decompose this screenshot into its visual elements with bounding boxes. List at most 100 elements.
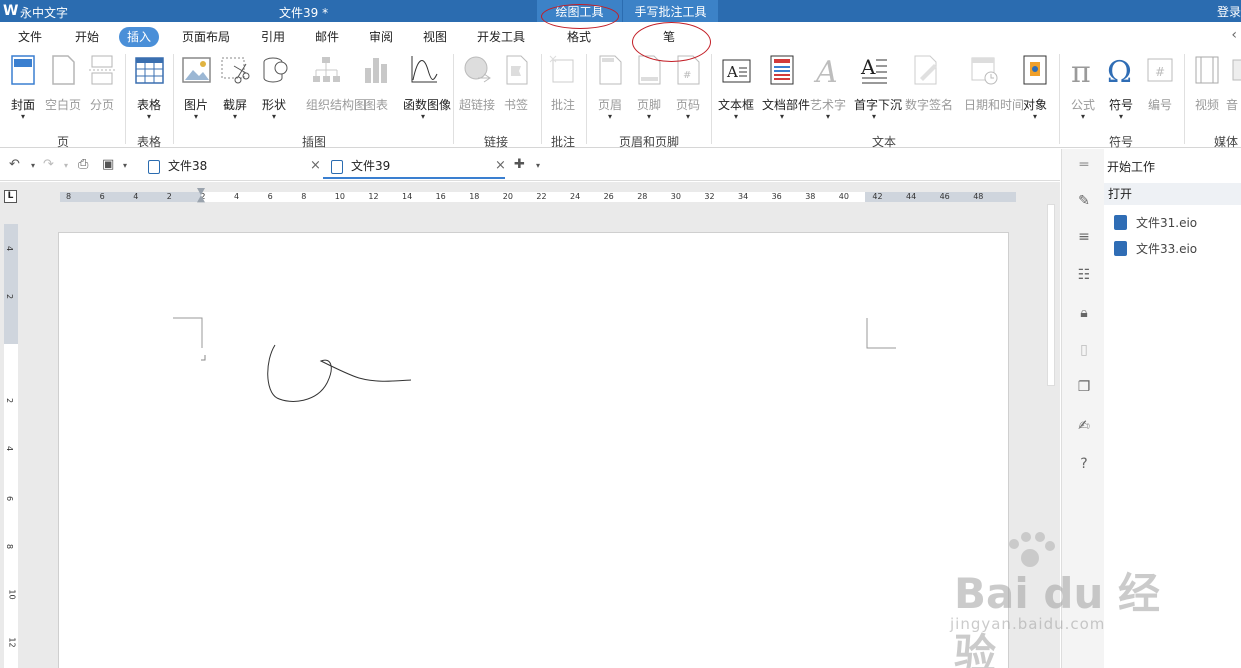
symbol-button[interactable]: Ω 符号 ▾	[1101, 54, 1141, 121]
audio-button[interactable]: 音	[1226, 54, 1241, 113]
copy-pages-icon[interactable]: ❐	[1076, 379, 1092, 395]
object-button[interactable]: 对象 ▾	[1015, 54, 1055, 121]
annotation-circle-drawing-tools	[541, 4, 619, 29]
ruler-tick-label: 18	[469, 192, 480, 201]
word-art-icon: A	[813, 54, 843, 90]
document-parts-button[interactable]: 文档部件 ▾	[762, 54, 810, 121]
equation-button[interactable]: π 公式 ▾	[1063, 54, 1103, 121]
tab-references[interactable]: 引用	[261, 27, 285, 47]
new-document-icon[interactable]: ✚	[514, 157, 525, 172]
globe-link-icon	[462, 54, 492, 86]
numbering-button[interactable]: # 编号	[1140, 54, 1180, 113]
comment-button[interactable]: 批注	[543, 54, 583, 113]
group-label-comment: 批注	[551, 135, 576, 149]
redo-dropdown-icon[interactable]: ▾	[64, 161, 68, 170]
digital-signature-button[interactable]: 数字签名	[905, 54, 953, 113]
close-tab-icon[interactable]: ×	[495, 153, 506, 179]
tab-stop-selector[interactable]: L	[4, 190, 17, 203]
document-page[interactable]	[58, 232, 1009, 668]
tab-insert[interactable]: 插入	[119, 27, 160, 47]
open-section[interactable]: 打开	[1104, 183, 1241, 205]
ruler-tick-label: 48	[973, 192, 984, 201]
document-icon	[1114, 215, 1127, 230]
scrollbar-thumb[interactable]	[1047, 204, 1055, 386]
lock-icon[interactable]: 🔒︎	[1076, 305, 1092, 321]
ruler-tick-label: 6	[5, 495, 15, 502]
tab-format[interactable]: 格式	[567, 27, 591, 47]
redo-icon[interactable]: ↷	[43, 157, 54, 172]
doc-tab-file38[interactable]: 文件38 ×	[148, 153, 321, 179]
watermark-url: jingyan.baidu.com	[950, 615, 1106, 633]
tab-mailings[interactable]: 邮件	[315, 27, 339, 47]
group-label-illustrations: 插图	[302, 135, 327, 149]
ruler-tick-label: 34	[738, 192, 749, 201]
video-button[interactable]: 视频	[1187, 54, 1227, 113]
picture-button[interactable]: 图片 ▾	[176, 54, 216, 121]
horizontal-ruler[interactable]: 8 6 4 2 2 4 6 8 10 12 14 16 18 20 22 24 26 28 30 32 34 36 38 40…	[60, 188, 1016, 203]
tab-developer[interactable]: 开发工具	[477, 27, 525, 47]
context-tab-handwriting-tools[interactable]: 手写批注工具	[623, 0, 718, 22]
tab-view[interactable]: 视图	[423, 27, 447, 47]
tab-review[interactable]: 审阅	[369, 27, 393, 47]
pi-icon: π	[1068, 54, 1098, 90]
tab-home[interactable]: 开始	[75, 27, 99, 47]
login-button[interactable]: 登录	[1217, 3, 1241, 20]
page-number-button[interactable]: # 页码 ▾	[668, 54, 708, 121]
panel-menu-icon[interactable]: ═	[1076, 157, 1092, 173]
doc-tab-file39[interactable]: 文件39 ×	[323, 153, 506, 179]
ruler-tick-label: 8	[66, 192, 72, 201]
picture-icon	[181, 54, 211, 86]
watermark: Bai du 经验 jingyan.baidu.com	[950, 530, 1180, 668]
ruler-tick-label: 32	[704, 192, 715, 201]
bookmark-button[interactable]: 书签	[496, 54, 536, 113]
page-break-button[interactable]: 分页	[82, 54, 122, 113]
paragraph-mark-icon	[201, 355, 206, 361]
edit-icon[interactable]: ✍	[1076, 418, 1092, 434]
tab-page-layout[interactable]: 页面布局	[182, 27, 230, 47]
outline-icon[interactable]: ☷	[1076, 267, 1092, 283]
text-box-icon: A	[721, 54, 751, 86]
blank-page-button[interactable]: 空白页	[43, 54, 83, 113]
table-button[interactable]: 表格 ▾	[129, 54, 169, 121]
recent-file-item[interactable]: 文件33.eio	[1114, 240, 1197, 257]
print-preview-icon[interactable]: ⎙	[78, 157, 88, 172]
ruler-tick-label: 28	[637, 192, 648, 201]
save-icon[interactable]: ▣	[102, 157, 114, 172]
drop-cap-button[interactable]: A 首字下沉 ▾	[854, 54, 902, 121]
header-button[interactable]: 页眉 ▾	[590, 54, 630, 121]
doc-tab-title: 文件38	[168, 159, 208, 173]
function-graph-button[interactable]: 函数图像 ▾	[403, 54, 451, 121]
footer-button[interactable]: 页脚 ▾	[629, 54, 669, 121]
help-icon[interactable]: ?	[1076, 456, 1092, 472]
word-processor-window: W 永中文字 文件39 * 绘图工具 手写批注工具 登录 文件 开始 插入 页面…	[0, 0, 1241, 668]
ruler-tick-label: 26	[603, 192, 614, 201]
undo-icon[interactable]: ↶	[9, 157, 20, 172]
handwritten-ink-stroke[interactable]	[267, 344, 412, 402]
annotation-circle-pen-tab	[632, 22, 711, 62]
close-tab-icon[interactable]: ×	[310, 153, 321, 179]
date-time-button[interactable]: 日期和时间	[964, 54, 1024, 113]
tab-file[interactable]: 文件	[18, 27, 42, 47]
bookmark-icon	[501, 54, 531, 86]
shapes-button[interactable]: 形状 ▾	[254, 54, 294, 121]
undo-dropdown-icon[interactable]: ▾	[31, 161, 35, 170]
adjust-sliders-icon[interactable]: ≡	[1076, 229, 1092, 245]
clipboard-icon[interactable]: ▯	[1076, 342, 1092, 358]
document-workspace: L 8 6 4 2 2 4 6 8 10 12 14 16 18 20 22 24 26 28 30 32 34 36 38…	[0, 182, 1060, 668]
org-chart-button[interactable]: 组织结构图	[306, 54, 366, 113]
hyperlink-button[interactable]: 超链接	[457, 54, 497, 113]
ruler-tick-label: 38	[805, 192, 816, 201]
group-label-page: 页	[57, 135, 70, 149]
vertical-ruler[interactable]: 4 2 2 4 6 8 10 12	[4, 224, 18, 668]
word-art-button[interactable]: A 艺术字 ▾	[808, 54, 848, 121]
new-document-dropdown-icon[interactable]: ▾	[536, 161, 540, 170]
collapse-ribbon-chevron-icon[interactable]: ‹	[1231, 27, 1237, 43]
screenshot-button[interactable]: 截屏 ▾	[215, 54, 255, 121]
customize-toolbar-icon[interactable]: ▾	[123, 161, 127, 170]
text-box-button[interactable]: A 文本框 ▾	[716, 54, 756, 121]
chart-button[interactable]: 图表	[356, 54, 396, 113]
pencil-icon[interactable]: ✎	[1076, 193, 1092, 209]
ruler-tick-label: 20	[502, 192, 513, 201]
cover-page-button[interactable]: 封面 ▾	[3, 54, 43, 121]
recent-file-item[interactable]: 文件31.eio	[1114, 214, 1197, 231]
